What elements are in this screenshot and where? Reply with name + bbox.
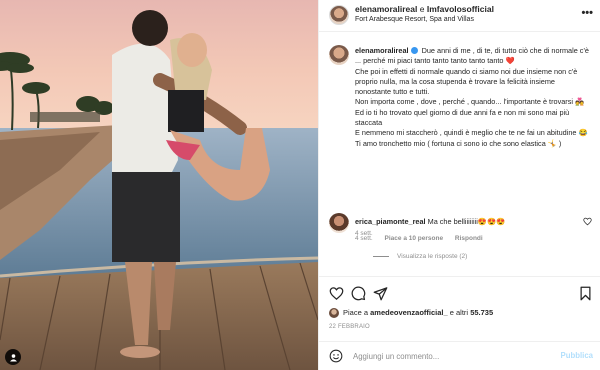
likes-count[interactable]: 55.735 (470, 308, 493, 317)
caption-line: Ti amo tronchetto mio ( fortuna ci sono … (355, 138, 562, 148)
more-icon: ••• (581, 7, 593, 19)
bookmark-icon[interactable] (578, 286, 593, 301)
comment-body: Ma che belliiiiiiii😍😍😍 (427, 217, 506, 226)
replies-divider (373, 255, 389, 257)
verified-icon (410, 47, 418, 54)
post-header: elenamoralireal e Imfavolosofficial Fort… (319, 0, 600, 32)
emoji-icon[interactable] (329, 349, 343, 363)
comment-timestamp[interactable]: 4 sett. (355, 235, 373, 242)
author-link-2[interactable]: Imfavolosofficial (427, 4, 494, 14)
caption-line: Ed io ti ho trovato quel giorno di due a… (355, 107, 570, 128)
comment-username[interactable]: erica_piamonte_real (355, 217, 426, 226)
view-replies-label: Visualizza le risposte (2) (397, 253, 468, 260)
avatar[interactable] (329, 5, 349, 25)
caption-line: Che poi in effetti di normale quando ci … (355, 66, 578, 97)
comment-likes-link[interactable]: Piace a 10 persone (385, 235, 444, 242)
comment-text: erica_piamonte_real Ma che belliiiiiiii😍… (355, 217, 505, 226)
post-photo[interactable] (0, 0, 318, 370)
publish-button[interactable]: Pubblica (561, 351, 594, 360)
comment-icon[interactable] (351, 286, 366, 301)
user-tag-icon (9, 353, 17, 361)
likes-suffix: e altri (449, 308, 469, 317)
post-date[interactable]: 22 FEBBRAIO (329, 324, 370, 330)
likes-prefix: Piace a (343, 308, 369, 317)
author-conjunction: e (419, 4, 425, 14)
action-bar (319, 276, 600, 308)
comment-like-heart-icon[interactable] (583, 217, 592, 226)
more-options-button[interactable]: ••• (581, 7, 593, 19)
user-tag-button[interactable] (5, 349, 21, 365)
add-comment-bar: Pubblica (319, 341, 600, 370)
caption-text: elenamoralireal Due anni di me , di te, … (355, 46, 593, 149)
post-image (0, 0, 318, 370)
comment-meta: 4 sett. Piace a 10 persone Rispondi (355, 235, 493, 242)
comment-item: erica_piamonte_real Ma che belliiiiiiii😍… (319, 213, 600, 253)
caption-line: E nemmeno mi staccherò , quindi è meglio… (355, 128, 588, 138)
post-authors: elenamoralireal e Imfavolosofficial (355, 4, 494, 14)
share-icon[interactable] (373, 286, 388, 301)
view-replies-button[interactable]: Visualizza le risposte (2) (373, 253, 467, 260)
caption-username[interactable]: elenamoralireal (355, 46, 409, 55)
author-link-1[interactable]: elenamoralireal (355, 4, 417, 14)
post-details-pane: elenamoralireal e Imfavolosofficial Fort… (318, 0, 600, 370)
reply-button[interactable]: Rispondi (455, 235, 483, 242)
location-link[interactable]: Fort Arabesque Resort, Spa and Villas (355, 16, 474, 23)
liker-username[interactable]: amedeovenzaofficial_ (370, 308, 448, 317)
caption-avatar[interactable] (329, 45, 349, 65)
liker-avatar[interactable] (329, 308, 339, 319)
likes-summary: Piace a amedeovenzaofficial_ e altri 55.… (329, 308, 493, 319)
heart-icon[interactable] (329, 286, 344, 301)
comment-avatar[interactable] (329, 213, 349, 233)
caption-line: Non importa come , dove , perché , quand… (355, 97, 585, 107)
comment-input[interactable] (353, 348, 543, 364)
